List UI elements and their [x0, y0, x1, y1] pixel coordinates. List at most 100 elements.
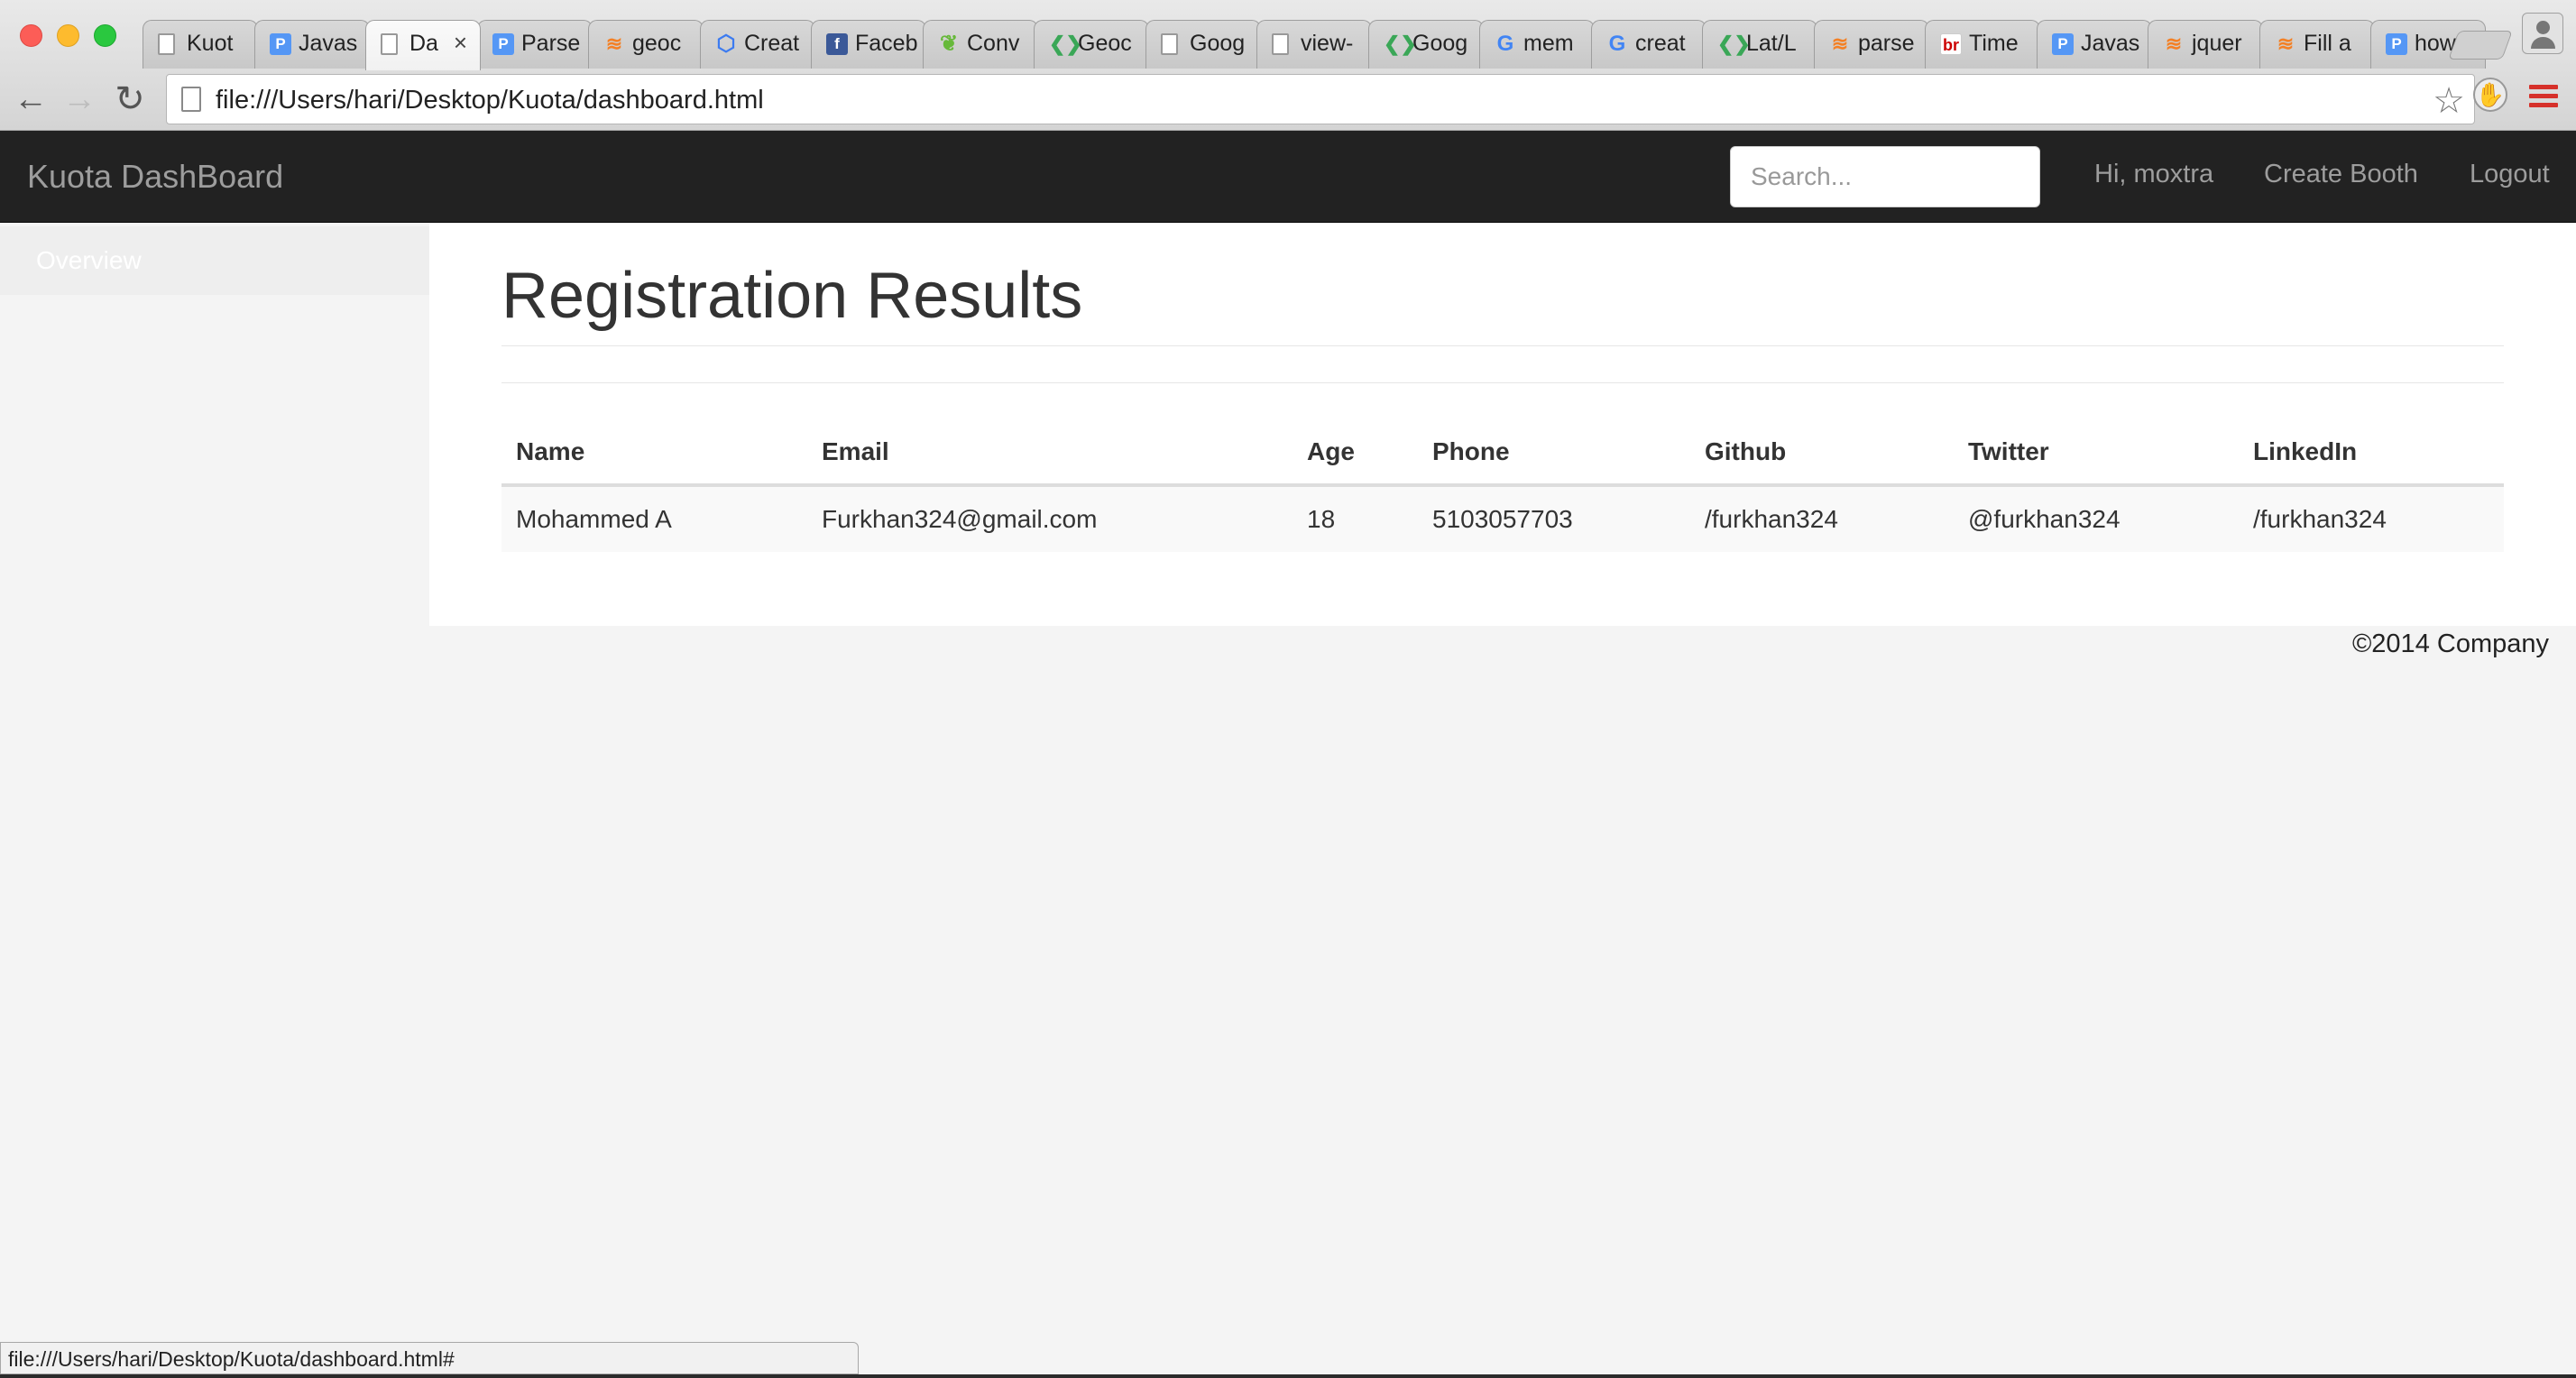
browser-tab[interactable]: ❮❯ Lat/L	[1702, 20, 1817, 69]
document-icon	[1161, 33, 1178, 55]
tab-label: view-	[1301, 31, 1354, 56]
new-tab-button[interactable]	[2448, 31, 2513, 60]
parse-icon: P	[2386, 33, 2407, 55]
google-maps-icon: ❮❯	[1384, 32, 1417, 55]
footer-copyright: ©2014 Company	[2351, 629, 2549, 658]
stackoverflow-icon: ≋	[1831, 32, 1849, 55]
column-header-age: Age	[1293, 420, 1418, 487]
stackoverflow-icon: ≋	[2165, 32, 2183, 55]
tab-label: Fill a	[2304, 31, 2351, 56]
facebook-icon: f	[826, 33, 848, 55]
sidebar-item-label: Overview	[36, 246, 142, 274]
page-icon	[181, 87, 201, 112]
browser-tab[interactable]: ❮❯ Goog	[1368, 20, 1484, 69]
cell-phone: 5103057703	[1418, 485, 1690, 552]
browser-menu-icon[interactable]	[2529, 85, 2558, 108]
tab-label: Lat/L	[1746, 31, 1797, 56]
parse-icon: P	[492, 33, 514, 55]
google-maps-icon: ❮❯	[1717, 32, 1751, 55]
tab-label: Goog	[1190, 31, 1246, 56]
nav-link-logout[interactable]: Logout	[2470, 160, 2550, 189]
browser-tab[interactable]: ⬡ Creat	[700, 20, 815, 69]
sidebar-item-overview[interactable]: Overview	[0, 226, 429, 295]
parse-icon: P	[2052, 33, 2074, 55]
stackoverflow-icon: ≋	[605, 32, 623, 55]
cell-age: 18	[1293, 485, 1418, 552]
section-divider	[501, 382, 2504, 383]
main-content: Registration Results Name Email Age Phon…	[429, 223, 2576, 626]
profile-button[interactable]	[2522, 13, 2563, 54]
table-header-row: Name Email Age Phone Github Twitter Link…	[501, 420, 2504, 487]
close-tab-icon[interactable]: ×	[454, 29, 467, 57]
extension-hand-icon[interactable]: ✋	[2473, 78, 2507, 112]
zoom-window-button[interactable]	[94, 24, 116, 47]
tab-label: Javas	[299, 31, 358, 56]
document-icon	[381, 33, 398, 55]
cell-github: /furkhan324	[1690, 485, 1954, 552]
tab-label: Parse	[521, 31, 581, 56]
br-icon: br	[1940, 33, 1962, 55]
column-header-name: Name	[501, 420, 807, 487]
browser-tab[interactable]: Da ×	[365, 20, 481, 70]
browser-tab[interactable]: P Parse	[477, 20, 593, 69]
browser-tab[interactable]: Gmem	[1479, 20, 1595, 69]
document-icon	[1272, 33, 1289, 55]
stackoverflow-icon: ≋	[2277, 32, 2295, 55]
cell-name: Mohammed A	[501, 485, 807, 552]
browser-tab[interactable]: P Javas	[254, 20, 370, 69]
tab-label: Kuot	[187, 31, 234, 56]
nav-link-create-booth[interactable]: Create Booth	[2264, 160, 2418, 189]
google-icon: G	[1496, 32, 1514, 56]
browser-tab[interactable]: ❦ Conv	[923, 20, 1038, 69]
close-window-button[interactable]	[20, 24, 42, 47]
tab-label: creat	[1635, 31, 1686, 56]
tab-label: Faceb	[855, 31, 918, 56]
google-icon: G	[1608, 32, 1626, 56]
top-navbar: Kuota DashBoard Hi, moxtra Create Booth …	[0, 131, 2576, 223]
person-icon-body	[2531, 37, 2555, 49]
page-title: Registration Results	[501, 260, 1083, 332]
tab-label: Conv	[967, 31, 1020, 56]
table-row: Mohammed A Furkhan324@gmail.com 18 51030…	[501, 485, 2504, 552]
bookmark-star-icon[interactable]: ☆	[2433, 80, 2465, 122]
browser-toolbar: ← → ↻ file:///Users/hari/Desktop/Kuota/d…	[0, 70, 2576, 130]
browser-tab[interactable]: ❮❯ Geoc	[1034, 20, 1149, 69]
brand-link[interactable]: Kuota DashBoard	[27, 158, 283, 196]
back-button[interactable]: ←	[11, 79, 51, 119]
google-maps-icon: ❮❯	[1049, 32, 1082, 55]
browser-tab[interactable]: view-	[1256, 20, 1372, 69]
reload-button[interactable]: ↻	[110, 79, 150, 119]
browser-tab[interactable]: f Faceb	[811, 20, 926, 69]
google-cloud-icon: ⬡	[716, 32, 736, 56]
person-icon	[2536, 21, 2550, 34]
browser-tab[interactable]: ≋ jquer	[2148, 20, 2263, 69]
browser-tab[interactable]: ≋ Fill a	[2259, 20, 2375, 69]
browser-tab[interactable]: Kuot	[143, 20, 258, 69]
cell-linkedin: /furkhan324	[2239, 485, 2504, 552]
tab-label: Javas	[2081, 31, 2140, 56]
forward-button[interactable]: →	[60, 79, 99, 119]
browser-tab[interactable]: ≋ geoc	[588, 20, 704, 69]
minimize-window-button[interactable]	[57, 24, 79, 47]
address-bar[interactable]: file:///Users/hari/Desktop/Kuota/dashboa…	[166, 74, 2475, 124]
bottom-edge	[0, 1374, 2576, 1378]
parse-icon: P	[270, 33, 291, 55]
browser-tab[interactable]: Goog	[1145, 20, 1261, 69]
browser-tab[interactable]: Gcreat	[1591, 20, 1707, 69]
url-text[interactable]: file:///Users/hari/Desktop/Kuota/dashboa…	[216, 86, 764, 115]
browser-tab[interactable]: P Javas	[2037, 20, 2152, 69]
browser-tab[interactable]: br Time	[1925, 20, 2040, 69]
column-header-phone: Phone	[1418, 420, 1690, 487]
status-url: file:///Users/hari/Desktop/Kuota/dashboa…	[8, 1347, 455, 1371]
tab-label: Goog	[1412, 31, 1468, 56]
cell-twitter: @furkhan324	[1954, 485, 2239, 552]
tab-label: Da	[409, 31, 438, 56]
tab-strip: Kuot P Javas Da × P Parse ≋ geoc ⬡ Creat f Faceb ❦ Con…	[143, 20, 2486, 70]
tab-label: mem	[1523, 31, 1574, 56]
column-header-linkedin: LinkedIn	[2239, 420, 2504, 487]
nav-link-user[interactable]: Hi, moxtra	[2094, 160, 2213, 189]
document-icon	[158, 33, 175, 55]
tab-label: Creat	[744, 31, 800, 56]
search-input[interactable]	[1730, 146, 2040, 207]
browser-tab[interactable]: ≋ parse	[1814, 20, 1929, 69]
